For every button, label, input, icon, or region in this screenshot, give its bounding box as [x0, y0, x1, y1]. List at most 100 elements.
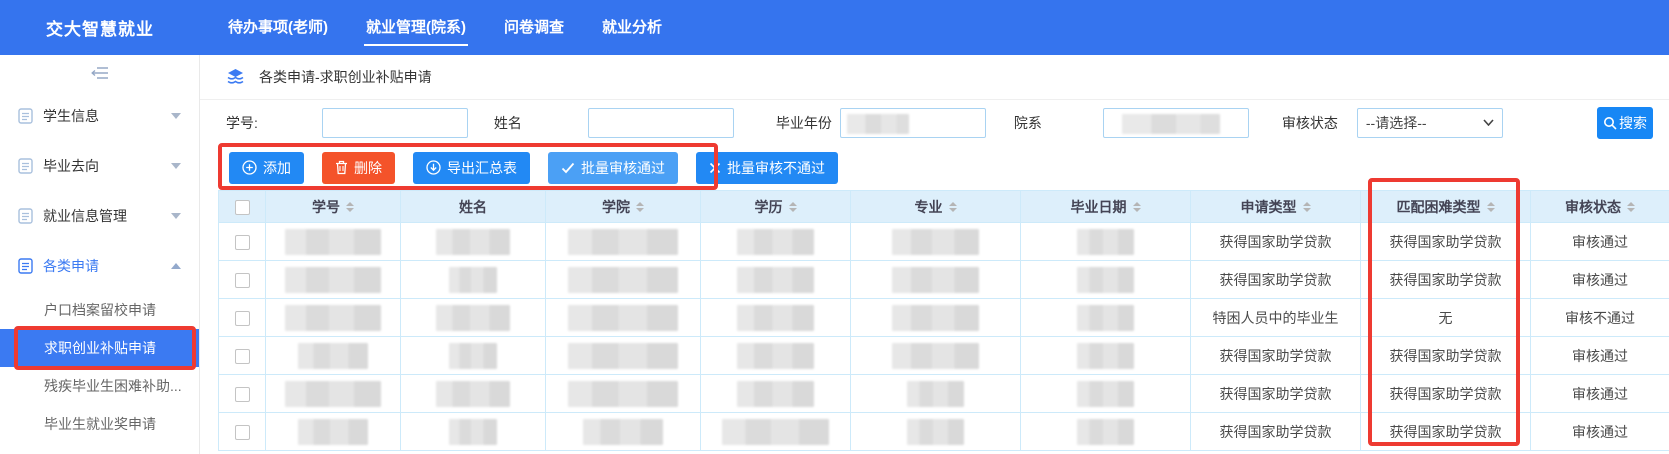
audit-status-cell: 审核不通过 — [1531, 299, 1669, 337]
col-difficulty-type[interactable]: 匹配困难类型 — [1361, 191, 1531, 223]
delete-button[interactable]: 删除 — [322, 152, 395, 184]
redacted-cell — [568, 267, 679, 293]
audit-status-cell: 审核通过 — [1531, 375, 1669, 413]
col-major[interactable]: 专业 — [851, 191, 1021, 223]
col-degree[interactable]: 学历 — [701, 191, 851, 223]
redacted-cell — [737, 305, 814, 331]
redacted-cell — [907, 381, 964, 407]
name-input[interactable] — [588, 108, 734, 138]
chevron-down-icon — [171, 163, 181, 169]
difficulty-type-cell: 获得国家助学贷款 — [1361, 261, 1531, 299]
redacted-cell — [449, 419, 498, 445]
sort-icon[interactable] — [1487, 202, 1495, 212]
redacted-cell — [568, 343, 679, 369]
redacted-cell — [892, 229, 980, 255]
sort-icon[interactable] — [949, 202, 957, 212]
main-nav: 待办事项(老师) 就业管理(院系) 问卷调查 就业分析 — [214, 0, 686, 55]
row-select-checkbox[interactable] — [235, 425, 250, 440]
table-row: 获得国家助学贷款 获得国家助学贷款 审核通过 — [219, 337, 1669, 375]
tab-employment-analysis[interactable]: 就业分析 — [588, 0, 676, 55]
export-summary-button[interactable]: 导出汇总表 — [413, 152, 530, 184]
batch-approve-label: 批量审核通过 — [581, 158, 665, 178]
batch-reject-button[interactable]: 批量审核不通过 — [696, 152, 838, 184]
redacted-cell — [436, 305, 511, 331]
redacted-cell — [907, 419, 964, 445]
tab-questionnaire[interactable]: 问卷调查 — [490, 0, 578, 55]
redacted-cell — [298, 419, 368, 445]
redacted-cell — [892, 343, 980, 369]
redacted-cell — [583, 419, 663, 445]
redacted-cell — [285, 229, 381, 255]
student-id-input[interactable] — [322, 108, 468, 138]
sort-icon[interactable] — [1133, 202, 1141, 212]
redacted-cell — [737, 381, 814, 407]
grad-year-input[interactable] — [840, 108, 986, 138]
collapse-sidebar-icon — [91, 66, 109, 80]
chevron-down-icon — [171, 213, 181, 219]
sidebar-item-student-info[interactable]: 学生信息 — [0, 91, 199, 141]
sidebar-subitem-disabled-graduate-subsidy[interactable]: 残疾毕业生困难补助... — [0, 367, 199, 405]
apply-type-cell: 获得国家助学贷款 — [1191, 223, 1361, 261]
redacted-cell — [285, 267, 381, 293]
sort-icon[interactable] — [346, 202, 354, 212]
check-icon — [561, 162, 575, 174]
sort-icon[interactable] — [636, 202, 644, 212]
department-input[interactable] — [1103, 108, 1249, 138]
add-button-label: 添加 — [263, 158, 291, 178]
row-select-checkbox[interactable] — [235, 235, 250, 250]
sidebar-subitem-hukou-archive-application[interactable]: 户口档案留校申请 — [0, 291, 199, 329]
sidebar-item-graduation-destination[interactable]: 毕业去向 — [0, 141, 199, 191]
plus-circle-icon — [242, 160, 257, 175]
audit-status-select[interactable]: --请选择-- — [1357, 108, 1503, 138]
sidebar-subitem-job-subsidy-application[interactable]: 求职创业补贴申请 — [0, 329, 199, 367]
redacted-cell — [568, 229, 679, 255]
row-select-checkbox[interactable] — [235, 311, 250, 326]
action-toolbar: 添加 删除 导出汇总表 批量审核通过 批量审核不通过 — [200, 145, 1669, 190]
collapse-sidebar-button[interactable] — [0, 55, 199, 91]
search-button-label: 搜索 — [1619, 113, 1647, 133]
name-label: 姓名 — [494, 113, 522, 133]
sort-icon[interactable] — [1627, 202, 1635, 212]
tab-employment-management[interactable]: 就业管理(院系) — [352, 0, 480, 55]
col-grad-date[interactable]: 毕业日期 — [1021, 191, 1191, 223]
sidebar-item-applications[interactable]: 各类申请 — [0, 241, 199, 291]
redacted-cell — [737, 267, 814, 293]
audit-status-label: 审核状态 — [1282, 113, 1338, 133]
tab-todo-teacher[interactable]: 待办事项(老师) — [214, 0, 342, 55]
redacted-cell — [1077, 305, 1134, 331]
row-select-checkbox[interactable] — [235, 273, 250, 288]
add-button[interactable]: 添加 — [229, 152, 304, 184]
col-apply-type[interactable]: 申请类型 — [1191, 191, 1361, 223]
sidebar-subitem-graduate-employment-award[interactable]: 毕业生就业奖申请 — [0, 405, 199, 443]
delete-button-label: 删除 — [354, 158, 382, 178]
document-icon — [18, 258, 33, 274]
chevron-up-icon — [171, 263, 181, 269]
batch-approve-button[interactable]: 批量审核通过 — [548, 152, 678, 184]
apply-type-cell: 获得国家助学贷款 — [1191, 337, 1361, 375]
select-value: --请选择-- — [1366, 113, 1427, 133]
col-college[interactable]: 学院 — [546, 191, 701, 223]
col-audit-status[interactable]: 审核状态 — [1531, 191, 1669, 223]
col-student-id[interactable]: 学号 — [266, 191, 401, 223]
sort-icon[interactable] — [789, 202, 797, 212]
redacted-cell — [568, 305, 679, 331]
apply-type-cell: 获得国家助学贷款 — [1191, 413, 1361, 451]
difficulty-type-cell: 无 — [1361, 299, 1531, 337]
row-select-checkbox[interactable] — [235, 387, 250, 402]
difficulty-type-cell: 获得国家助学贷款 — [1361, 413, 1531, 451]
chevron-down-icon — [171, 113, 181, 119]
redacted-cell — [1077, 267, 1134, 293]
sidebar-item-employment-info-management[interactable]: 就业信息管理 — [0, 191, 199, 241]
row-select-checkbox[interactable] — [235, 349, 250, 364]
table-row: 特困人员中的毕业生 无 审核不通过 — [219, 299, 1669, 337]
search-button[interactable]: 搜索 — [1597, 107, 1653, 139]
page-title: 各类申请-求职创业补贴申请 — [259, 67, 432, 87]
redacted-cell — [737, 229, 814, 255]
document-icon — [18, 158, 33, 174]
sort-icon[interactable] — [1303, 202, 1311, 212]
select-all-checkbox[interactable] — [235, 200, 250, 215]
breadcrumb: 各类申请-求职创业补贴申请 — [200, 55, 1669, 100]
redacted-cell — [285, 305, 381, 331]
search-icon — [1603, 116, 1617, 130]
redacted-cell — [449, 267, 498, 293]
